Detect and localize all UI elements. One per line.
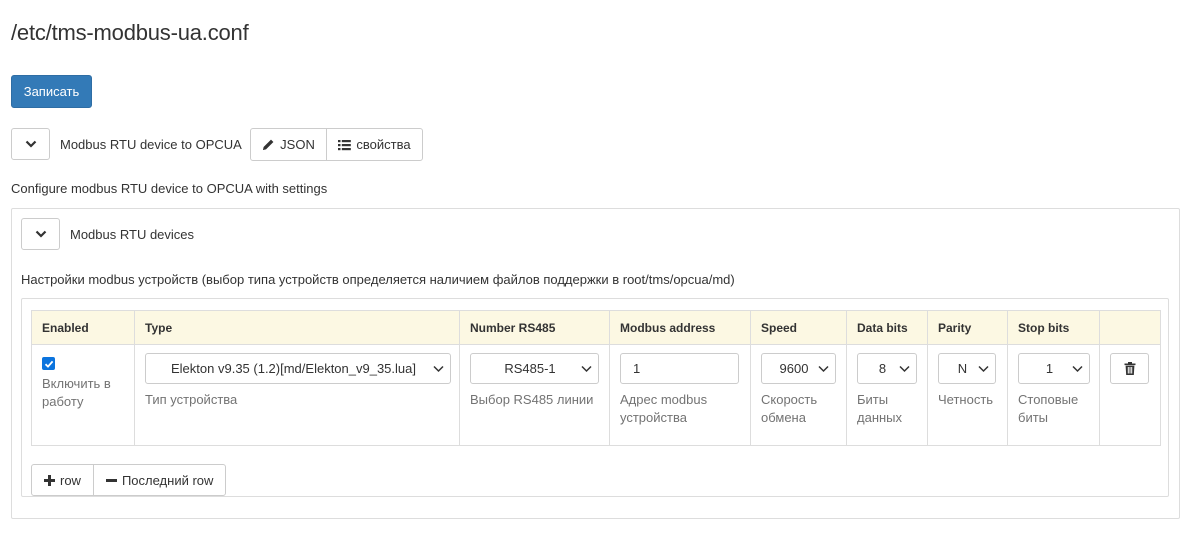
chevron-down-icon bbox=[35, 230, 46, 238]
add-row-button[interactable]: row bbox=[31, 464, 94, 496]
cell-rs485: RS485-1 Выбор RS485 линии bbox=[459, 344, 610, 446]
cell-parity: N Четность bbox=[927, 344, 1008, 446]
checkmark-icon bbox=[44, 360, 53, 368]
trash-icon bbox=[1124, 362, 1135, 375]
pencil-icon bbox=[263, 139, 274, 150]
address-help: Адрес modbus устройства bbox=[620, 392, 708, 425]
header-data-bits: Data bits bbox=[846, 310, 928, 345]
speed-help: Скорость обмена bbox=[761, 392, 818, 425]
cell-stop-bits: 1 Стоповые биты bbox=[1007, 344, 1100, 446]
chevron-down-icon bbox=[899, 365, 910, 372]
header-speed: Speed bbox=[750, 310, 847, 345]
parity-help: Четность bbox=[938, 392, 994, 407]
root-description: Configure modbus RTU device to OPCUA wit… bbox=[11, 181, 328, 196]
speed-select-value: 9600 bbox=[779, 361, 809, 376]
save-button[interactable]: Записать bbox=[11, 75, 92, 108]
header-address: Modbus address bbox=[609, 310, 751, 345]
chevron-down-icon bbox=[25, 140, 36, 148]
cell-type: Elekton v9.35 (1.2)[md/Elekton_v9_35.lua… bbox=[134, 344, 460, 446]
collapse-root-button[interactable] bbox=[11, 128, 50, 160]
parity-select[interactable]: N bbox=[938, 353, 996, 384]
stop-bits-select-value: 1 bbox=[1045, 361, 1054, 376]
collapse-devices-button[interactable] bbox=[21, 218, 60, 250]
root-section-title: Modbus RTU device to OPCUA bbox=[60, 137, 242, 152]
row-actions: row Последний row bbox=[31, 464, 227, 496]
remove-last-row-button[interactable]: Последний row bbox=[92, 464, 227, 496]
json-button[interactable]: JSON bbox=[250, 128, 327, 161]
rs485-select[interactable]: RS485-1 bbox=[470, 353, 599, 384]
header-stop-bits: Stop bits bbox=[1007, 310, 1100, 345]
rs485-select-value: RS485-1 bbox=[504, 361, 556, 376]
delete-row-button[interactable] bbox=[1110, 353, 1149, 384]
table-header-row: Enabled Type Number RS485 Modbus address… bbox=[31, 310, 1161, 345]
devices-section-title: Modbus RTU devices bbox=[70, 227, 195, 242]
plus-icon bbox=[44, 474, 55, 486]
address-input-value: 1 bbox=[633, 361, 641, 376]
table-row: Включить в работу Elekton v9.35 (1.2)[md… bbox=[31, 344, 1161, 446]
cell-address: 1 Адрес modbus устройства bbox=[609, 344, 751, 446]
rs485-help: Выбор RS485 линии bbox=[470, 392, 594, 407]
chevron-down-icon bbox=[433, 365, 444, 372]
address-input[interactable]: 1 bbox=[620, 353, 739, 384]
list-icon bbox=[338, 139, 352, 150]
cell-actions bbox=[1099, 344, 1161, 446]
header-type: Type bbox=[134, 310, 460, 345]
chevron-down-icon bbox=[818, 365, 829, 372]
chevron-down-icon bbox=[581, 365, 592, 372]
cell-speed: 9600 Скорость обмена bbox=[750, 344, 847, 446]
minus-icon bbox=[105, 478, 117, 482]
header-actions bbox=[1099, 310, 1161, 345]
devices-description: Настройки modbus устройств (выбор типа у… bbox=[21, 272, 735, 287]
page-title: /etc/tms-modbus-ua.conf bbox=[11, 20, 249, 45]
cell-data-bits: 8 Биты данных bbox=[846, 344, 928, 446]
chevron-down-icon bbox=[1072, 365, 1083, 372]
cell-enabled: Включить в работу bbox=[31, 344, 135, 446]
enabled-checkbox[interactable] bbox=[42, 357, 55, 370]
data-bits-help: Биты данных bbox=[857, 392, 903, 425]
stop-bits-help: Стоповые биты bbox=[1018, 392, 1079, 425]
type-select[interactable]: Elekton v9.35 (1.2)[md/Elekton_v9_35.lua… bbox=[145, 353, 451, 384]
chevron-down-icon bbox=[978, 365, 989, 372]
data-bits-select[interactable]: 8 bbox=[857, 353, 917, 384]
speed-select[interactable]: 9600 bbox=[761, 353, 836, 384]
header-rs485: Number RS485 bbox=[459, 310, 610, 345]
enabled-help: Включить в работу bbox=[42, 376, 111, 409]
data-bits-select-value: 8 bbox=[878, 361, 887, 376]
type-help: Тип устройства bbox=[145, 392, 238, 407]
stop-bits-select[interactable]: 1 bbox=[1018, 353, 1090, 384]
parity-select-value: N bbox=[957, 361, 968, 376]
type-select-value: Elekton v9.35 (1.2)[md/Elekton_v9_35.lua… bbox=[171, 361, 416, 376]
add-row-label: row bbox=[60, 472, 81, 488]
devices-table: Enabled Type Number RS485 Modbus address… bbox=[31, 310, 1161, 446]
header-enabled: Enabled bbox=[31, 310, 135, 345]
view-toggle-group: JSON свойства bbox=[250, 128, 423, 161]
properties-button-label: свойства bbox=[356, 137, 411, 152]
header-parity: Parity bbox=[927, 310, 1008, 345]
json-button-label: JSON bbox=[280, 137, 315, 152]
remove-last-row-label: Последний row bbox=[121, 472, 214, 488]
properties-button[interactable]: свойства bbox=[326, 128, 423, 161]
